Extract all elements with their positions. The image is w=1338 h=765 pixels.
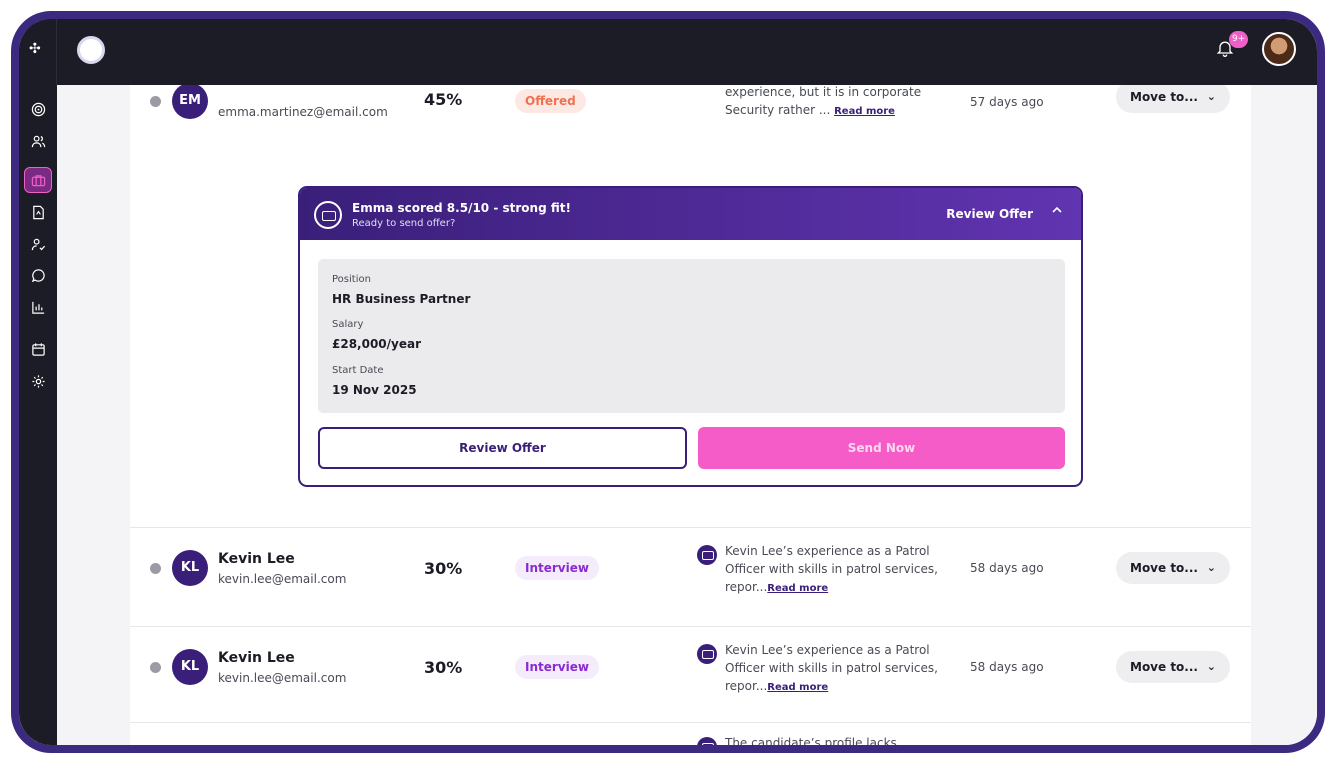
briefcase-icon[interactable] — [24, 167, 52, 193]
position-label: Position — [332, 274, 371, 285]
chevron-down-icon: ⌄ — [1206, 561, 1216, 574]
status-dot — [150, 662, 161, 673]
candidate-email: emma.martinez@email.com — [218, 105, 388, 119]
top-bar: ✣ 9+ — [19, 19, 1317, 85]
notification-badge: 9+ — [1229, 31, 1249, 48]
sidebar — [19, 85, 57, 745]
candidate-row[interactable]: The candidate’s profile lacks essential — [130, 722, 1251, 745]
status-badge: Interview — [515, 556, 599, 580]
summary-text: Kevin Lee’s experience as a Patrol Offic… — [725, 643, 938, 693]
chevron-down-icon: ⌄ — [1206, 90, 1216, 103]
position-value: HR Business Partner — [332, 292, 471, 306]
match-score: 30% — [424, 559, 463, 578]
move-to-label: Move to... — [1130, 90, 1198, 104]
candidate-avatar: KL — [172, 550, 208, 586]
move-to-label: Move to... — [1130, 660, 1198, 674]
applied-age: 58 days ago — [970, 660, 1044, 674]
match-score: 45% — [424, 90, 463, 109]
app-window: ✣ 9+ EM emma.martinez@email.com 45% Offe… — [11, 11, 1325, 753]
sidebar-header: ✣ — [19, 19, 57, 85]
bar-chart-icon[interactable] — [28, 297, 48, 317]
candidate-avatar: EM — [172, 85, 208, 119]
status-badge: Interview — [515, 655, 599, 679]
user-check-icon[interactable] — [28, 234, 48, 254]
move-to-dropdown[interactable]: Move to... ⌄ — [1116, 85, 1230, 113]
salary-label: Salary — [332, 319, 364, 330]
users-icon[interactable] — [28, 131, 48, 151]
applied-age: 58 days ago — [970, 561, 1044, 575]
target-icon[interactable] — [28, 99, 48, 119]
gear-icon[interactable] — [28, 371, 48, 391]
candidate-row[interactable]: KL Kevin Lee kevin.lee@email.com 30% Int… — [130, 527, 1251, 626]
move-to-label: Move to... — [1130, 561, 1198, 575]
clover-logo-icon: ✣ — [29, 41, 41, 57]
candidate-email: kevin.lee@email.com — [218, 671, 347, 685]
start-date-value: 19 Nov 2025 — [332, 383, 417, 397]
candidate-email: kevin.lee@email.com — [218, 572, 347, 586]
offer-details: Position HR Business Partner Salary £28,… — [318, 259, 1065, 413]
review-offer-button[interactable]: Review Offer — [318, 427, 687, 469]
calendar-icon[interactable] — [28, 339, 48, 359]
status-badge: Offered — [515, 89, 586, 113]
candidate-name[interactable]: Kevin Lee — [218, 551, 295, 567]
chevron-up-icon[interactable] — [1051, 204, 1063, 220]
move-to-dropdown[interactable]: Move to... ⌄ — [1116, 651, 1230, 683]
ai-summary: The candidate’s profile lacks essential — [725, 736, 897, 745]
ai-summary-icon — [697, 644, 717, 664]
ai-summary-icon — [697, 737, 717, 745]
read-more-link[interactable]: Read more — [767, 583, 828, 594]
read-more-link[interactable]: Read more — [834, 106, 895, 117]
summary-text: Kevin Lee’s experience as a Patrol Offic… — [725, 544, 938, 594]
user-avatar[interactable] — [1262, 32, 1296, 66]
ai-summary-icon — [697, 545, 717, 565]
ai-summary: experience, but it is in corporate Secur… — [725, 85, 950, 121]
send-now-button[interactable]: Send Now — [698, 427, 1065, 469]
match-score: 30% — [424, 658, 463, 677]
status-dot — [150, 563, 161, 574]
salary-value: £28,000/year — [332, 337, 422, 351]
offer-panel: Emma scored 8.5/10 - strong fit! Ready t… — [298, 186, 1083, 487]
ai-chat-icon — [314, 201, 342, 229]
applied-age: 57 days ago — [970, 95, 1044, 109]
start-date-label: Start Date — [332, 365, 384, 376]
main-content: EM emma.martinez@email.com 45% Offered e… — [57, 85, 1317, 745]
offer-panel-title: Emma scored 8.5/10 - strong fit! — [352, 201, 571, 215]
candidate-avatar: KL — [172, 649, 208, 685]
read-more-link[interactable]: Read more — [767, 682, 828, 693]
offer-panel-subtitle: Ready to send offer? — [352, 218, 456, 229]
candidate-name[interactable]: Kevin Lee — [218, 650, 295, 666]
offer-panel-header[interactable]: Emma scored 8.5/10 - strong fit! Ready t… — [300, 188, 1081, 240]
document-icon[interactable] — [28, 202, 48, 222]
ai-summary: Kevin Lee’s experience as a Patrol Offic… — [725, 542, 950, 598]
chevron-down-icon: ⌄ — [1206, 660, 1216, 673]
ai-summary: Kevin Lee’s experience as a Patrol Offic… — [725, 641, 950, 697]
app-logo[interactable] — [77, 36, 105, 64]
header-review-offer-link[interactable]: Review Offer — [946, 207, 1033, 221]
chat-icon[interactable] — [28, 265, 48, 285]
move-to-dropdown[interactable]: Move to... ⌄ — [1116, 552, 1230, 584]
candidate-row[interactable]: KL Kevin Lee kevin.lee@email.com 30% Int… — [130, 626, 1251, 722]
status-dot — [150, 96, 161, 107]
